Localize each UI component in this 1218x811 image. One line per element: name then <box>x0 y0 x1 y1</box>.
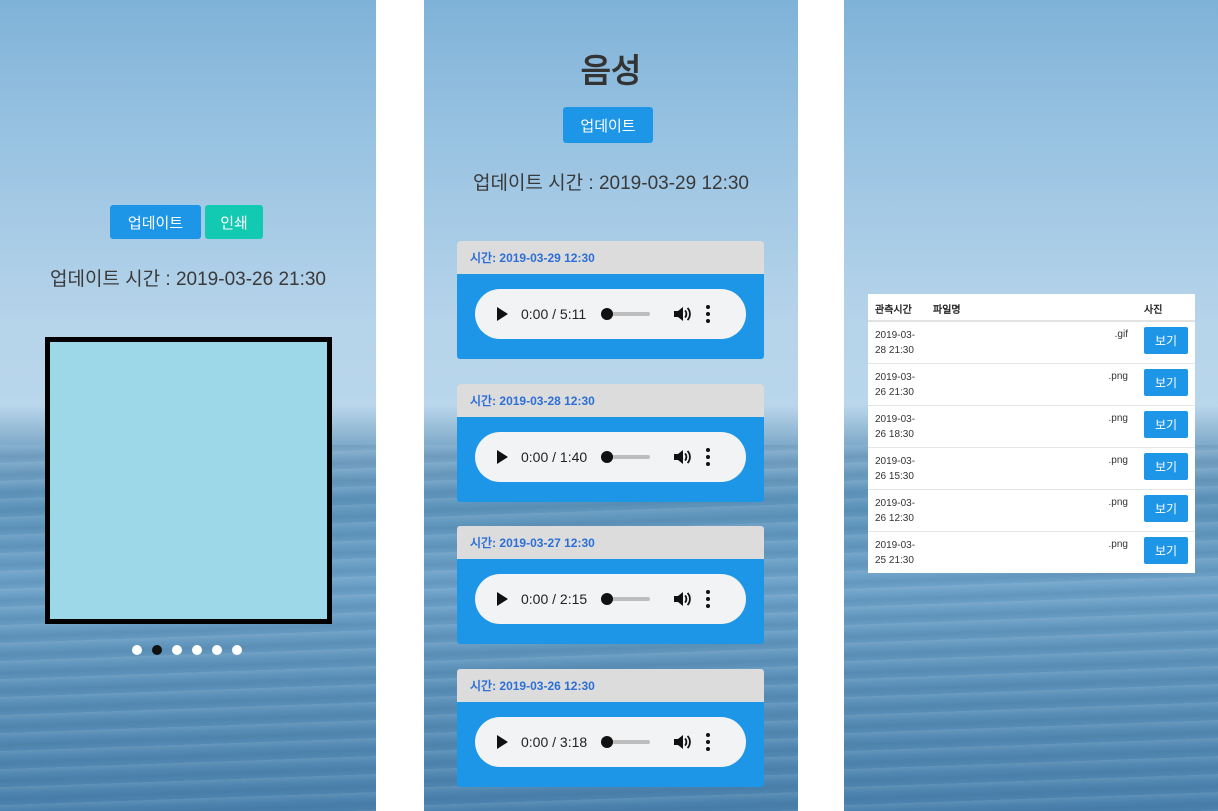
observation-time: 2019-03-26 18:30 <box>875 414 916 440</box>
file-name: .png <box>1108 413 1128 424</box>
audio-time: 0:00 / 3:18 <box>521 733 588 750</box>
file-name: .gif <box>1114 329 1128 340</box>
carousel-dot[interactable] <box>212 645 222 655</box>
table-row: 2019-03-25 21:30 .png 보기 <box>868 532 1195 573</box>
photo-slide[interactable] <box>45 337 332 624</box>
seek-thumb[interactable] <box>601 308 613 320</box>
recording-card: 시간: 2019-03-27 12:30 0:00 / 2:15 <box>457 526 764 644</box>
seek-thumb[interactable] <box>601 450 613 463</box>
volume-icon[interactable] <box>672 733 692 751</box>
table-row: 2019-03-26 12:30 .png 보기 <box>868 490 1195 532</box>
column-header-photo: 사진 <box>1144 305 1163 316</box>
view-button[interactable]: 보기 <box>1144 537 1188 564</box>
recording-time-header: 시간: 2019-03-28 12:30 <box>457 383 764 417</box>
carousel-dot[interactable] <box>232 645 242 655</box>
file-name: .png <box>1108 455 1128 466</box>
page-title: 음성 <box>580 51 642 90</box>
audio-time: 0:00 / 2:15 <box>521 591 588 607</box>
seek-slider[interactable] <box>601 593 650 605</box>
seek-slider[interactable] <box>601 308 650 320</box>
audio-player[interactable]: 0:00 / 1:40 <box>475 431 746 482</box>
column-header-time: 관측시간 <box>875 305 912 316</box>
more-options-icon[interactable] <box>706 447 710 466</box>
view-button[interactable]: 보기 <box>1144 495 1188 522</box>
seek-slider[interactable] <box>601 735 650 748</box>
update-time-label: 업데이트 시간 : 2019-03-26 21:30 <box>49 269 326 290</box>
volume-icon[interactable] <box>672 590 692 608</box>
carousel-dots <box>132 645 242 655</box>
file-name: .png <box>1108 497 1128 508</box>
update-button[interactable]: 업데이트 <box>563 107 653 143</box>
observation-time: 2019-03-26 21:30 <box>875 372 916 398</box>
recording-time-header: 시간: 2019-03-27 12:30 <box>457 526 764 559</box>
play-icon[interactable] <box>497 592 508 606</box>
carousel-dot[interactable] <box>172 645 182 655</box>
more-options-icon[interactable] <box>706 305 710 323</box>
photo-panel: 업데이트 인쇄 업데이트 시간 : 2019-03-26 21:30 <box>0 0 376 811</box>
recording-time-header: 시간: 2019-03-26 12:30 <box>457 668 764 702</box>
seek-thumb[interactable] <box>601 593 613 605</box>
table-row: 2019-03-26 21:30 .png 보기 <box>868 364 1195 406</box>
volume-icon[interactable] <box>672 448 692 466</box>
observation-panel: 관측시간 파일명 사진 2019-03-28 21:30 .gif 보기 201… <box>844 0 1218 811</box>
update-button[interactable]: 업데이트 <box>110 205 201 239</box>
column-header-file: 파일명 <box>933 305 961 316</box>
view-button[interactable]: 보기 <box>1144 327 1188 354</box>
table-row: 2019-03-26 18:30 .png 보기 <box>868 406 1195 448</box>
print-button[interactable]: 인쇄 <box>205 205 263 239</box>
observation-time: 2019-03-26 12:30 <box>875 498 916 524</box>
view-button[interactable]: 보기 <box>1144 411 1188 438</box>
play-icon[interactable] <box>497 734 508 749</box>
update-time-label: 업데이트 시간 : 2019-03-29 12:30 <box>472 173 749 194</box>
audio-time: 0:00 / 1:40 <box>521 448 588 465</box>
carousel-dot[interactable] <box>192 645 202 655</box>
file-name: .png <box>1108 371 1128 382</box>
observation-table: 관측시간 파일명 사진 2019-03-28 21:30 .gif 보기 201… <box>868 294 1195 573</box>
more-options-icon[interactable] <box>706 732 710 751</box>
recording-card: 시간: 2019-03-29 12:30 0:00 / 5:11 <box>457 241 764 359</box>
seek-slider[interactable] <box>601 450 650 463</box>
more-options-icon[interactable] <box>706 590 710 608</box>
carousel-dot[interactable] <box>132 645 142 655</box>
volume-icon[interactable] <box>672 305 692 323</box>
observation-time: 2019-03-28 21:30 <box>875 330 916 356</box>
observation-time: 2019-03-25 21:30 <box>875 540 916 566</box>
play-icon[interactable] <box>497 449 508 464</box>
table-header: 관측시간 파일명 사진 <box>868 294 1195 322</box>
voice-panel: 음성 업데이트 업데이트 시간 : 2019-03-29 12:30 시간: 2… <box>424 0 798 811</box>
view-button[interactable]: 보기 <box>1144 369 1188 396</box>
audio-player[interactable]: 0:00 / 3:18 <box>475 716 746 767</box>
carousel-dot[interactable] <box>152 645 162 655</box>
observation-time: 2019-03-26 15:30 <box>875 456 916 482</box>
table-row: 2019-03-28 21:30 .gif 보기 <box>868 322 1195 364</box>
audio-player[interactable]: 0:00 / 2:15 <box>475 574 746 624</box>
recording-card: 시간: 2019-03-28 12:30 0:00 / 1:40 <box>457 383 764 502</box>
audio-time: 0:00 / 5:11 <box>521 306 587 322</box>
view-button[interactable]: 보기 <box>1144 453 1188 480</box>
seek-thumb[interactable] <box>601 735 613 748</box>
play-icon[interactable] <box>497 307 508 321</box>
audio-player[interactable]: 0:00 / 5:11 <box>475 289 746 339</box>
recording-time-header: 시간: 2019-03-29 12:30 <box>457 241 764 274</box>
recording-card: 시간: 2019-03-26 12:30 0:00 / 3:18 <box>457 668 764 787</box>
table-row: 2019-03-26 15:30 .png 보기 <box>868 448 1195 490</box>
file-name: .png <box>1108 539 1128 550</box>
